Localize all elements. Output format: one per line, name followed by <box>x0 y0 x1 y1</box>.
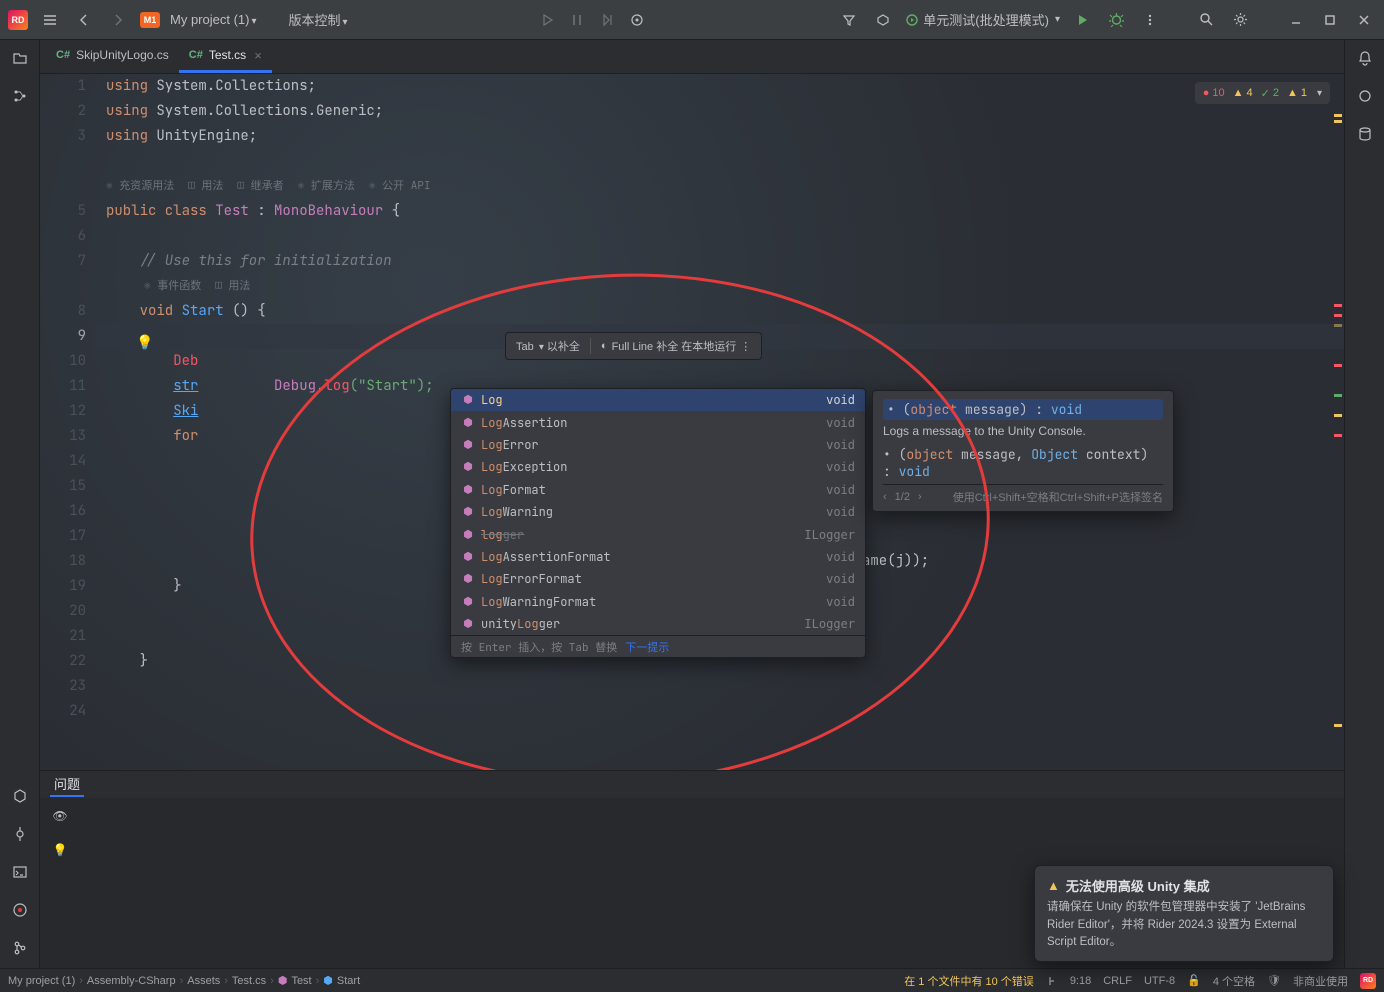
code-lens-row[interactable]: ⚛ 事件函数 ◫ 用法 <box>96 274 1344 299</box>
bulb-icon[interactable]: 💡 <box>48 838 72 862</box>
ai-chat-tool-icon[interactable] <box>1353 84 1377 108</box>
completion-item[interactable]: ⬢LogWarningFormatvoid <box>451 591 865 613</box>
terminal-tool-icon[interactable] <box>8 860 32 884</box>
notifications-tool-icon[interactable] <box>1353 46 1377 70</box>
completion-item[interactable]: ⬢LogFormatvoid <box>451 479 865 501</box>
commit-tool-icon[interactable] <box>8 822 32 846</box>
inspection-summary[interactable]: ● 10 ▲ 4 ✓ 2 ▲ 1 ▾ <box>1195 82 1330 104</box>
vcs-menu[interactable]: 版本控制▾ <box>289 10 348 29</box>
warning-icon: ▲ <box>1047 878 1060 893</box>
breadcrumb[interactable]: My project (1)› Assembly-CSharp› Assets›… <box>8 974 360 987</box>
method-icon: ⬢ <box>461 438 475 452</box>
readonly-indicator[interactable]: 🔓 <box>1187 974 1201 987</box>
ide-logo-small: RD <box>1360 973 1376 989</box>
project-selector[interactable]: My project (1)▾ <box>170 12 257 27</box>
method-icon: ⬢ <box>461 460 475 474</box>
method-icon: ⬢ <box>461 393 475 407</box>
method-icon: ⬢ <box>461 505 475 519</box>
code-lens-row[interactable]: ⚛ 充资源用法 ◫ 用法 ◫ 继承者 ⚛ 扩展方法 ⚛ 公开 API <box>96 174 1344 199</box>
sig-next-button[interactable]: › <box>918 491 922 503</box>
completion-item[interactable]: ⬢unityLoggerILogger <box>451 613 865 635</box>
csharp-icon: C# <box>189 49 203 61</box>
more-actions-button[interactable] <box>1138 8 1162 32</box>
run-button[interactable] <box>1070 8 1094 32</box>
inspection-indicator[interactable]: 🛡 <box>1267 974 1281 987</box>
csharp-icon: C# <box>56 49 70 61</box>
search-button[interactable] <box>1194 8 1218 32</box>
ide-logo: RD <box>8 10 28 30</box>
sig-prev-button[interactable]: ‹ <box>883 491 887 503</box>
more-icon[interactable]: ⋮ <box>740 340 751 353</box>
git-branch-indicator[interactable] <box>1046 975 1058 987</box>
completion-item[interactable]: ⬢LogWarningvoid <box>451 501 865 523</box>
notification-toast[interactable]: ▲无法使用高级 Unity 集成 请确保在 Unity 的软件包管理器中安装了 … <box>1034 865 1334 962</box>
close-tab-icon[interactable]: × <box>254 48 262 63</box>
completion-item[interactable]: ⬢loggerILogger <box>451 523 865 545</box>
completion-item[interactable]: ⬢LogAssertionFormatvoid <box>451 546 865 568</box>
titlebar: RD M1 My project (1)▾ 版本控制▾ 单元测试(批处理模式)▾ <box>0 0 1384 40</box>
method-icon: ⬢ <box>461 528 475 542</box>
database-tool-icon[interactable] <box>1353 122 1377 146</box>
method-icon: ⬢ <box>461 572 475 586</box>
ai-button[interactable] <box>625 8 649 32</box>
build-button[interactable] <box>871 8 895 32</box>
close-window-button[interactable] <box>1352 8 1376 32</box>
nav-back-button[interactable] <box>72 8 96 32</box>
method-icon: ⬢ <box>461 550 475 564</box>
status-bar: My project (1)› Assembly-CSharp› Assets›… <box>0 968 1384 992</box>
signature-popup: • (object message) : void Logs a message… <box>872 390 1174 512</box>
nav-forward-button[interactable] <box>106 8 130 32</box>
structure-tool-icon[interactable] <box>8 84 32 108</box>
settings-button[interactable] <box>1228 8 1252 32</box>
m1-badge: M1 <box>140 12 160 28</box>
editor-tab-test[interactable]: C# Test.cs × <box>179 40 272 73</box>
filter-button[interactable] <box>837 8 861 32</box>
completion-item[interactable]: ⬢LogErrorFormatvoid <box>451 568 865 590</box>
hint-count: ▲ 1 <box>1287 87 1307 99</box>
file-encoding[interactable]: UTF-8 <box>1144 975 1175 987</box>
problems-panel-header: 问题 <box>40 770 1344 798</box>
method-icon: ⬢ <box>461 617 475 631</box>
line-gutter: 1 2 3 5 6 7 8 9 10 11 12 13 14 15 <box>40 74 96 770</box>
pause-button[interactable] <box>565 8 589 32</box>
next-hint-link[interactable]: 下一提示 <box>625 639 669 655</box>
project-tool-icon[interactable] <box>8 46 32 70</box>
warning-count: ▲ 4 <box>1233 87 1253 99</box>
license-indicator[interactable]: 非商业使用 <box>1293 973 1348 989</box>
method-icon: ⬢ <box>461 595 475 609</box>
chevron-down-icon[interactable]: ▾ <box>1317 88 1322 99</box>
completion-item[interactable]: ⬢LogAssertionvoid <box>451 411 865 433</box>
run-config-selector[interactable]: 单元测试(批处理模式)▾ <box>905 10 1060 29</box>
services-tool-icon[interactable] <box>8 784 32 808</box>
maximize-button[interactable] <box>1318 8 1342 32</box>
error-count: ● 10 <box>1203 87 1225 99</box>
completion-item[interactable]: ⬢LogErrorvoid <box>451 434 865 456</box>
left-tool-rail <box>0 40 40 968</box>
ok-count: ✓ 2 <box>1261 87 1279 100</box>
problems-tool-icon[interactable] <box>8 898 32 922</box>
eye-icon[interactable]: 👁 <box>48 804 72 828</box>
completion-popup[interactable]: ⬢Logvoid⬢LogAssertionvoid⬢LogErrorvoid⬢L… <box>450 388 866 658</box>
resume-button[interactable] <box>535 8 559 32</box>
method-icon: ⬢ <box>461 483 475 497</box>
completion-item[interactable]: ⬢Logvoid <box>451 389 865 411</box>
intention-bulb-icon[interactable]: 💡 <box>136 331 150 345</box>
step-button[interactable] <box>595 8 619 32</box>
main-menu-button[interactable] <box>38 8 62 32</box>
caret-position[interactable]: 9:18 <box>1070 975 1091 987</box>
completion-hint-bar: Tab ▾ 以补全 ◐ Full Line 补全 在本地运行 ⋮ <box>505 332 762 360</box>
editor-area: C# SkipUnityLogo.cs C# Test.cs × ● 10 ▲ … <box>40 40 1344 968</box>
problems-tab[interactable]: 问题 <box>50 772 84 797</box>
indent-indicator[interactable]: 4 个空格 <box>1213 973 1255 989</box>
minimize-button[interactable] <box>1284 8 1308 32</box>
right-tool-rail <box>1344 40 1384 968</box>
line-separator[interactable]: CRLF <box>1103 975 1132 987</box>
editor-tabs: C# SkipUnityLogo.cs C# Test.cs × <box>40 40 1344 74</box>
completion-item[interactable]: ⬢LogExceptionvoid <box>451 456 865 478</box>
editor-tab-skipunitylogo[interactable]: C# SkipUnityLogo.cs <box>46 40 179 73</box>
debug-button[interactable] <box>1104 8 1128 32</box>
git-tool-icon[interactable] <box>8 936 32 960</box>
method-icon: ⬢ <box>461 416 475 430</box>
status-message[interactable]: 在 1 个文件中有 10 个错误 <box>904 973 1034 989</box>
